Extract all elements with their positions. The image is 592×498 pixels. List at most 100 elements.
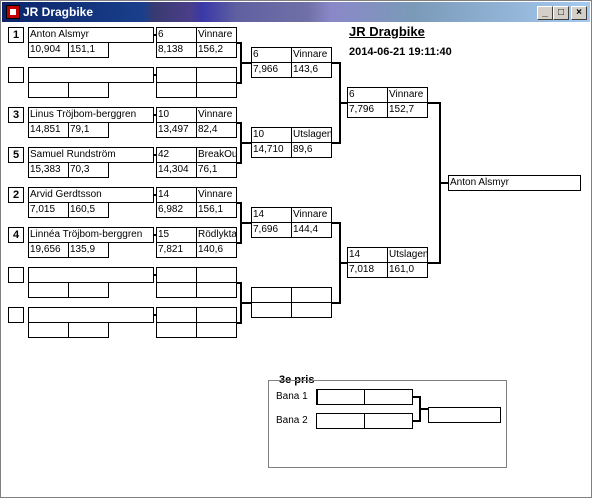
bracket-area: JR Dragbike 2014-06-21 19:11:40 1 Anton A… — [2, 23, 590, 497]
racer-time-field[interactable] — [28, 282, 69, 298]
seed-number — [8, 307, 24, 323]
winner-field[interactable]: Anton Alsmyr — [448, 175, 581, 191]
racer-time-field[interactable]: 14,851 — [28, 122, 69, 138]
racer-time-field[interactable] — [28, 82, 69, 98]
third-lane2-field-a[interactable] — [316, 413, 365, 429]
racer-name-field[interactable]: Samuel Rundström — [28, 147, 154, 163]
round2-time-field[interactable]: 8,138 — [156, 42, 197, 58]
timestamp: 2014-06-21 19:11:40 — [349, 46, 452, 58]
lane1-label: Bana 1 — [276, 391, 308, 402]
semifinal-speed-field[interactable]: 152,7 — [387, 102, 428, 118]
round2-result-field[interactable] — [196, 307, 237, 323]
round2-number-field[interactable] — [156, 307, 197, 323]
window-title: JR Dragbike — [23, 5, 94, 19]
third-place-result[interactable] — [428, 407, 501, 423]
semifinal-result-field[interactable]: Utslagen — [387, 247, 428, 263]
semifinal-time-field[interactable]: 7,018 — [347, 262, 388, 278]
round2-speed-field[interactable] — [196, 82, 237, 98]
round2-result-field[interactable]: Vinnare — [196, 27, 237, 43]
racer-name-field[interactable] — [28, 67, 154, 83]
third-lane1-field-b[interactable] — [364, 389, 413, 405]
round3-speed-field[interactable]: 143,6 — [291, 62, 332, 78]
round3-speed-field[interactable]: 144,4 — [291, 222, 332, 238]
seed-number — [8, 267, 24, 283]
racer-speed-field[interactable]: 70,3 — [68, 162, 109, 178]
round3-number-field[interactable]: 10 — [251, 127, 292, 143]
round2-number-field[interactable] — [156, 267, 197, 283]
round3-time-field[interactable]: 7,966 — [251, 62, 292, 78]
round2-speed-field[interactable]: 82,4 — [196, 122, 237, 138]
racer-speed-field[interactable]: 135,9 — [68, 242, 109, 258]
racer-speed-field[interactable]: 79,1 — [68, 122, 109, 138]
racer-time-field[interactable]: 15,383 — [28, 162, 69, 178]
round2-number-field[interactable]: 14 — [156, 187, 197, 203]
semifinal-number-field[interactable]: 14 — [347, 247, 388, 263]
racer-name-field[interactable]: Anton Alsmyr — [28, 27, 154, 43]
racer-name-field[interactable]: Linus Tröjbom-berggren — [28, 107, 154, 123]
round2-result-field[interactable]: Vinnare — [196, 107, 237, 123]
round2-number-field[interactable]: 42 — [156, 147, 197, 163]
round2-time-field[interactable] — [156, 82, 197, 98]
racer-time-field[interactable]: 10,904 — [28, 42, 69, 58]
round2-time-field[interactable] — [156, 322, 197, 338]
semifinal-time-field[interactable]: 7,796 — [347, 102, 388, 118]
round3-speed-field[interactable] — [291, 302, 332, 318]
round2-time-field[interactable]: 7,821 — [156, 242, 197, 258]
close-button[interactable]: × — [571, 6, 587, 20]
racer-name-field[interactable]: Arvid Gerdtsson — [28, 187, 154, 203]
round3-number-field[interactable] — [251, 287, 292, 303]
round2-speed-field[interactable]: 156,2 — [196, 42, 237, 58]
semifinal-speed-field[interactable]: 161,0 — [387, 262, 428, 278]
round3-result-field[interactable]: Vinnare — [291, 47, 332, 63]
title-bar[interactable]: JR Dragbike _ □ × — [2, 2, 590, 22]
round2-result-field[interactable] — [196, 67, 237, 83]
round2-number-field[interactable]: 15 — [156, 227, 197, 243]
round2-speed-field[interactable]: 76,1 — [196, 162, 237, 178]
round2-time-field[interactable]: 13,497 — [156, 122, 197, 138]
round3-time-field[interactable]: 14,710 — [251, 142, 292, 158]
racer-speed-field[interactable] — [68, 82, 109, 98]
round2-speed-field[interactable]: 140,6 — [196, 242, 237, 258]
round2-result-field[interactable]: BreakOut — [196, 147, 237, 163]
round2-speed-field[interactable] — [196, 282, 237, 298]
semifinal-result-field[interactable]: Vinnare — [387, 87, 428, 103]
app-icon[interactable] — [6, 5, 20, 19]
round3-result-field[interactable]: Utslagen — [291, 127, 332, 143]
third-lane1-field-a[interactable] — [316, 389, 365, 405]
round2-result-field[interactable]: Rödlykta — [196, 227, 237, 243]
seed-number: 4 — [8, 227, 24, 243]
round2-time-field[interactable]: 14,304 — [156, 162, 197, 178]
round2-number-field[interactable]: 6 — [156, 27, 197, 43]
round2-result-field[interactable]: Vinnare — [196, 187, 237, 203]
minimize-button[interactable]: _ — [537, 6, 553, 20]
round2-speed-field[interactable] — [196, 322, 237, 338]
round3-result-field[interactable]: Vinnare — [291, 207, 332, 223]
racer-name-field[interactable]: Linnéa Tröjbom-berggren — [28, 227, 154, 243]
third-lane2-field-b[interactable] — [364, 413, 413, 429]
maximize-button[interactable]: □ — [553, 6, 569, 20]
round2-result-field[interactable] — [196, 267, 237, 283]
round2-number-field[interactable] — [156, 67, 197, 83]
seed-number: 2 — [8, 187, 24, 203]
round2-time-field[interactable]: 6,982 — [156, 202, 197, 218]
round2-number-field[interactable]: 10 — [156, 107, 197, 123]
racer-speed-field[interactable] — [68, 322, 109, 338]
racer-speed-field[interactable]: 160,5 — [68, 202, 109, 218]
round2-time-field[interactable] — [156, 282, 197, 298]
round3-result-field[interactable] — [291, 287, 332, 303]
racer-time-field[interactable]: 7,015 — [28, 202, 69, 218]
racer-time-field[interactable]: 19,656 — [28, 242, 69, 258]
round3-speed-field[interactable]: 89,6 — [291, 142, 332, 158]
round3-number-field[interactable]: 6 — [251, 47, 292, 63]
round2-speed-field[interactable]: 156,1 — [196, 202, 237, 218]
racer-speed-field[interactable] — [68, 282, 109, 298]
round3-number-field[interactable]: 14 — [251, 207, 292, 223]
racer-name-field[interactable] — [28, 307, 154, 323]
racer-name-field[interactable] — [28, 267, 154, 283]
round3-time-field[interactable] — [251, 302, 292, 318]
racer-time-field[interactable] — [28, 322, 69, 338]
seed-number: 1 — [8, 27, 24, 43]
round3-time-field[interactable]: 7,696 — [251, 222, 292, 238]
semifinal-number-field[interactable]: 6 — [347, 87, 388, 103]
racer-speed-field[interactable]: 151,1 — [68, 42, 109, 58]
